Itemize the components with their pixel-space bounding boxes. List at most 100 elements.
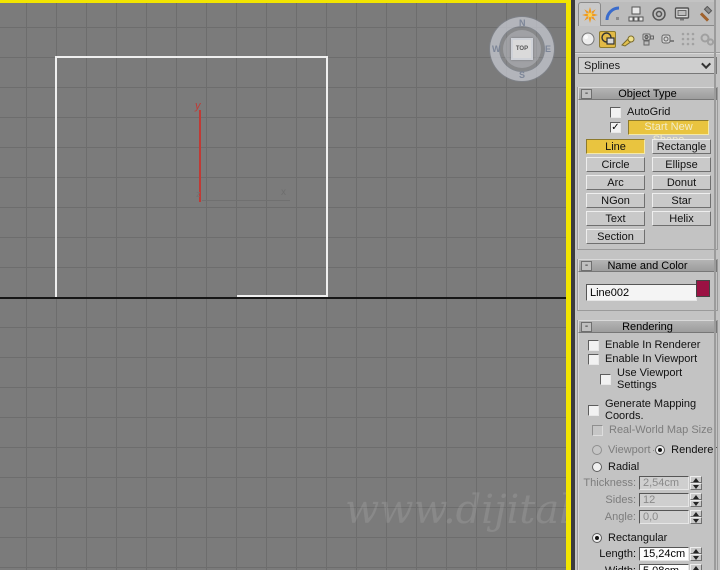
spinner-up-icon[interactable] (690, 547, 702, 554)
rollout-header-rendering[interactable]: - Rendering (578, 320, 717, 333)
thickness-spinner[interactable] (690, 476, 702, 490)
enable-in-renderer-checkbox[interactable] (588, 339, 599, 351)
viewport-top[interactable]: y x z www.dijitalders N S W E TOP (0, 0, 571, 570)
sides-spinner[interactable] (690, 493, 702, 507)
gizmo-x-label: x (281, 187, 286, 198)
real-world-map-size-checkbox[interactable] (592, 424, 603, 436)
viewcube-south[interactable]: S (519, 70, 525, 80)
rectangle-spline-bottom-edge (237, 295, 328, 297)
generate-mapping-coords-checkbox[interactable] (588, 404, 599, 416)
category-spacewarps[interactable] (679, 31, 696, 48)
category-shapes[interactable] (599, 30, 616, 48)
tab-modify[interactable] (601, 2, 624, 26)
button-rectangle[interactable]: Rectangle (652, 139, 711, 154)
button-circle[interactable]: Circle (586, 157, 645, 172)
spinner-down-icon[interactable] (690, 554, 702, 561)
category-helpers[interactable] (659, 31, 676, 48)
spacewarps-icon (681, 32, 695, 46)
button-helix[interactable]: Helix (652, 211, 711, 226)
rectangle-spline[interactable] (55, 56, 328, 299)
shape-type-dropdown[interactable]: Splines (578, 57, 717, 74)
button-star[interactable]: Star (652, 193, 711, 208)
category-cameras[interactable] (639, 31, 656, 48)
collapse-minus-icon[interactable]: - (581, 261, 592, 271)
rectangular-radio-label: Rectangular (608, 532, 668, 544)
button-line[interactable]: Line (586, 139, 645, 154)
object-name-input[interactable] (586, 284, 697, 301)
radial-angle-field[interactable]: 0,0 (639, 510, 689, 524)
use-viewport-settings-label: Use Viewport Settings (617, 367, 683, 391)
create-sunburst-icon (581, 6, 598, 23)
object-type-buttons: Line Rectangle Circle Ellipse Arc Donut … (586, 139, 717, 244)
object-color-swatch[interactable] (696, 280, 710, 297)
viewcube-top-face[interactable]: TOP (511, 38, 533, 60)
width-field[interactable]: 5,08cm (639, 564, 689, 570)
use-viewport-settings-checkbox[interactable] (600, 373, 611, 385)
spinner-down-icon[interactable] (690, 500, 702, 507)
rollout-header-name-and-color[interactable]: - Name and Color (578, 259, 717, 272)
enable-in-viewport-checkbox[interactable] (588, 353, 599, 365)
viewcube-east[interactable]: E (545, 44, 551, 54)
viewcube-west[interactable]: W (492, 44, 501, 54)
chevron-down-icon (701, 59, 712, 70)
spinner-up-icon[interactable] (690, 564, 702, 570)
spinner-down-icon[interactable] (690, 483, 702, 490)
viewcube[interactable]: N S W E TOP (490, 17, 554, 81)
autogrid-checkbox[interactable] (610, 106, 621, 118)
command-panel: Splines - Object Type AutoGrid Start New… (575, 0, 720, 570)
spinner-up-icon[interactable] (690, 493, 702, 500)
renderer-radio-label: Renderer (671, 444, 717, 456)
spinner-up-icon[interactable] (690, 510, 702, 517)
rollout-rendering: - Rendering Enable In Renderer Enable In… (577, 320, 718, 570)
start-new-shape-button[interactable]: Start New Shape (628, 120, 709, 146)
button-section[interactable]: Section (586, 229, 645, 244)
group-divider (652, 449, 654, 451)
generate-mapping-coords-label: Generate Mapping Coords. (605, 398, 697, 422)
collapse-minus-icon[interactable]: - (581, 89, 592, 99)
button-text[interactable]: Text (586, 211, 645, 226)
world-x-axis-line (0, 297, 566, 299)
tab-hierarchy[interactable] (624, 2, 647, 26)
watermark-text: www.dijitalders (345, 487, 571, 533)
category-geometry[interactable] (579, 31, 596, 48)
viewport-radio[interactable] (592, 445, 602, 455)
viewcube-north[interactable]: N (519, 18, 526, 28)
radial-angle-spinner[interactable] (690, 510, 702, 524)
gizmo-y-label: y (195, 100, 201, 112)
rollout-title: Rendering (622, 321, 673, 333)
button-donut[interactable]: Donut (652, 175, 711, 190)
rollout-title: Name and Color (607, 260, 688, 272)
tab-display[interactable] (670, 2, 693, 26)
spinner-down-icon[interactable] (690, 517, 702, 524)
rollout-header-object-type[interactable]: - Object Type (578, 87, 717, 100)
radial-angle-label: Angle: (604, 511, 636, 523)
radial-radio-label: Radial (608, 461, 640, 473)
motion-wheel-icon (651, 6, 667, 22)
gizmo-x-axis (202, 200, 290, 201)
utilities-hammer-icon (697, 5, 713, 22)
button-ngon[interactable]: NGon (586, 193, 645, 208)
rectangular-radio[interactable] (592, 533, 602, 543)
lights-icon (620, 32, 635, 47)
renderer-radio[interactable] (655, 445, 666, 455)
enable-in-viewport-label: Enable In Viewport (605, 353, 698, 365)
spinner-up-icon[interactable] (690, 476, 702, 483)
collapse-minus-icon[interactable]: - (581, 322, 592, 332)
width-label: Width: (605, 565, 636, 570)
button-arc[interactable]: Arc (586, 175, 645, 190)
tab-create[interactable] (578, 2, 601, 26)
rollout-name-and-color: - Name and Color (577, 259, 718, 311)
sides-field[interactable]: 12 (639, 493, 689, 507)
category-lights[interactable] (619, 31, 636, 48)
button-ellipse[interactable]: Ellipse (652, 157, 711, 172)
category-row (575, 26, 720, 53)
length-field[interactable]: 15,24cm (639, 547, 689, 561)
length-spinner[interactable] (690, 547, 702, 561)
enable-in-renderer-label: Enable In Renderer (605, 339, 701, 351)
width-spinner[interactable] (690, 564, 702, 570)
tab-motion[interactable] (647, 2, 670, 26)
tab-utilities[interactable] (693, 2, 716, 26)
radial-radio[interactable] (592, 462, 602, 472)
start-new-shape-checkbox[interactable] (610, 122, 621, 133)
thickness-field[interactable]: 2,54cm (639, 476, 689, 490)
